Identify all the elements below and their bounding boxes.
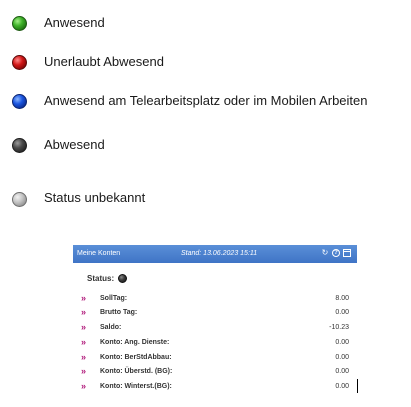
blue-status-dot-icon xyxy=(12,93,27,109)
dark-gray-status-dot-icon xyxy=(12,137,27,153)
account-row-winterst: » Konto: Winterst.(BG): 0.00 xyxy=(73,381,357,392)
status-row: Status: xyxy=(87,272,128,284)
legend-item-anwesend xyxy=(12,12,27,34)
double-chevron-icon[interactable]: » xyxy=(81,352,86,363)
green-status-dot-icon xyxy=(12,15,27,31)
status-indicator-icon xyxy=(118,273,128,283)
row-value: 0.00 xyxy=(335,383,349,390)
double-chevron-icon[interactable]: » xyxy=(81,322,86,333)
account-row-solltag: » SollTag: 8.00 xyxy=(73,293,357,304)
legend-item-unerlaubt-abwesend xyxy=(12,51,27,73)
widget-stand-timestamp: Stand: 13.06.2023 15:11 xyxy=(181,250,258,257)
double-chevron-icon[interactable]: » xyxy=(81,337,86,348)
refresh-icon[interactable]: ↻ xyxy=(321,249,329,257)
meine-konten-widget: Meine Konten Stand: 13.06.2023 15:11 ↻ ?… xyxy=(73,245,357,395)
status-label: Status: xyxy=(87,273,115,283)
widget-header: Meine Konten Stand: 13.06.2023 15:11 ↻ ? xyxy=(73,245,357,263)
window-icon[interactable] xyxy=(343,249,351,257)
text-cursor xyxy=(357,379,358,393)
legend-label-anwesend: Anwesend xyxy=(44,15,105,30)
legend-label-telearbeit: Anwesend am Telearbeitsplatz oder im Mob… xyxy=(44,93,368,108)
light-gray-status-dot-icon xyxy=(12,191,27,207)
row-value: 0.00 xyxy=(335,368,349,375)
double-chevron-icon[interactable]: » xyxy=(81,381,86,392)
row-label: Brutto Tag: xyxy=(100,309,138,316)
help-icon[interactable]: ? xyxy=(332,249,340,257)
row-value: 0.00 xyxy=(335,339,349,346)
legend-label-unerlaubt-abwesend: Unerlaubt Abwesend xyxy=(44,54,164,69)
row-value: -10.23 xyxy=(329,324,349,331)
row-label: SollTag: xyxy=(100,295,128,302)
red-status-dot-icon xyxy=(12,54,27,70)
account-row-ang-dienste: » Konto: Ang. Dienste: 0.00 xyxy=(73,337,357,348)
legend-item-status-unbekannt xyxy=(12,188,27,210)
row-label: Saldo: xyxy=(100,324,122,331)
row-label: Konto: Überstd. (BG): xyxy=(100,368,173,375)
row-label: Konto: BerStdAbbau: xyxy=(100,354,172,361)
account-row-ueberstd: » Konto: Überstd. (BG): 0.00 xyxy=(73,366,357,377)
row-value: 8.00 xyxy=(335,295,349,302)
legend-item-telearbeit xyxy=(12,90,27,112)
widget-title: Meine Konten xyxy=(77,250,121,257)
row-value: 0.00 xyxy=(335,354,349,361)
legend-label-status-unbekannt: Status unbekannt xyxy=(44,190,146,205)
legend-item-abwesend xyxy=(12,134,27,156)
account-row-berstdabbau: » Konto: BerStdAbbau: 0.00 xyxy=(73,352,357,363)
double-chevron-icon[interactable]: » xyxy=(81,366,86,377)
row-label: Konto: Ang. Dienste: xyxy=(100,339,170,346)
row-label: Konto: Winterst.(BG): xyxy=(100,383,172,390)
account-row-saldo: » Saldo: -10.23 xyxy=(73,322,357,333)
legend-label-abwesend: Abwesend xyxy=(44,137,105,152)
row-value: 0.00 xyxy=(335,309,349,316)
account-row-brutto-tag: » Brutto Tag: 0.00 xyxy=(73,307,357,318)
double-chevron-icon[interactable]: » xyxy=(81,293,86,304)
double-chevron-icon[interactable]: » xyxy=(81,307,86,318)
